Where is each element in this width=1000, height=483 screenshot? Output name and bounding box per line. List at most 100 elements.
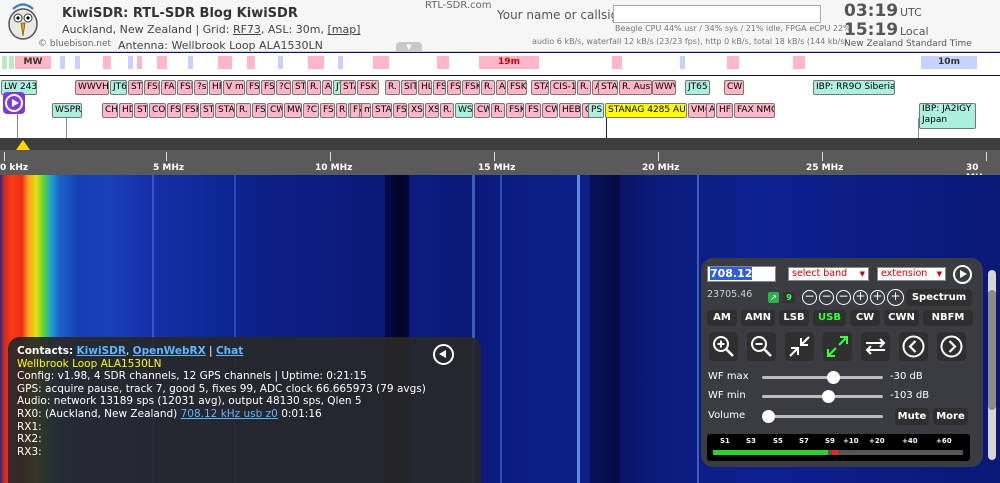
dx-label[interactable]: PSK: [588, 103, 604, 118]
zoom-in-icon[interactable]: [709, 332, 738, 361]
spectrum-button[interactable]: Spectrum: [906, 289, 972, 306]
dx-label[interactable]: FS: [246, 80, 260, 95]
extension-dropdown[interactable]: extension: [877, 267, 946, 281]
next-icon[interactable]: [953, 265, 972, 284]
band-marker[interactable]: [60, 56, 65, 69]
dx-label[interactable]: CW: [267, 103, 283, 118]
callsign-input[interactable]: [613, 5, 821, 23]
mute-button[interactable]: Mute: [895, 408, 929, 425]
wf-max-slider-handle[interactable]: [826, 371, 840, 384]
wf-max-slider[interactable]: [762, 376, 883, 379]
band-strip[interactable]: MW 19m 10m: [0, 53, 1000, 75]
dx-label[interactable]: STA: [372, 103, 392, 118]
dx-label[interactable]: ?C: [276, 80, 291, 95]
tuning-marker-icon[interactable]: [16, 140, 30, 150]
rtl-sdr-link[interactable]: RTL-SDR.com: [425, 0, 492, 11]
zoom-to-band-icon[interactable]: [785, 332, 814, 361]
dx-label[interactable]: CW: [724, 80, 744, 95]
dx-label[interactable]: CW: [542, 103, 558, 118]
vertical-scrollbar[interactable]: [988, 270, 996, 460]
dx-label[interactable]: A: [496, 80, 506, 95]
dx-label[interactable]: R.: [385, 80, 400, 95]
dx-label[interactable]: CH: [102, 103, 118, 118]
dx-label-selected[interactable]: STANAG 4285 AUS: [605, 103, 687, 118]
dx-label[interactable]: ST: [292, 80, 306, 95]
dx-label[interactable]: STA: [598, 80, 618, 95]
dx-label[interactable]: STA: [531, 80, 549, 95]
band-marker[interactable]: [338, 56, 343, 69]
swap-arrows-icon[interactable]: [861, 332, 890, 361]
dx-label[interactable]: HEB: [559, 103, 581, 118]
chat-link[interactable]: Chat: [216, 345, 243, 357]
zoom-max-out-icon[interactable]: [823, 332, 852, 361]
dx-label[interactable]: A: [706, 103, 715, 118]
band-marker[interactable]: [727, 56, 739, 69]
collapse-top-bar-toggle[interactable]: ▼: [396, 42, 422, 52]
frequency-scale[interactable]: 0 kHz 5 MHz 10 MHz 15 MHz 20 MHz 25 MHz …: [0, 138, 1000, 183]
dx-label[interactable]: HD: [119, 103, 133, 118]
dx-label[interactable]: R.: [236, 103, 251, 118]
openwebrx-link[interactable]: OpenWebRX: [133, 345, 206, 357]
mode-am-button[interactable]: AM: [707, 310, 737, 326]
zoom-out-icon[interactable]: [747, 332, 776, 361]
dx-label[interactable]: R.: [481, 80, 495, 95]
band-marker[interactable]: [75, 56, 80, 69]
dx-label[interactable]: ?C: [303, 103, 319, 118]
dx-label[interactable]: FSK: [507, 80, 527, 95]
band-marker[interactable]: [2, 56, 7, 69]
dx-label[interactable]: FS: [447, 80, 461, 95]
dx-label[interactable]: R. Aust: [619, 80, 652, 95]
dx-label[interactable]: STA: [215, 103, 235, 118]
map-link[interactable]: [map]: [327, 23, 360, 36]
audio-start-button[interactable]: [3, 92, 25, 114]
grid-link[interactable]: RF73: [233, 23, 261, 36]
dx-label[interactable]: STA: [128, 80, 143, 95]
step-up-large-icon[interactable]: +: [887, 289, 904, 306]
dx-label[interactable]: FS: [261, 80, 275, 95]
dx-label[interactable]: ST: [200, 103, 214, 118]
dx-label[interactable]: FS: [433, 80, 446, 95]
band-marker[interactable]: [188, 56, 193, 69]
band-marker[interactable]: [612, 56, 622, 69]
dx-label[interactable]: R.: [491, 103, 505, 118]
dx-label[interactable]: FSK: [144, 80, 160, 95]
mode-amn-button[interactable]: AMN: [741, 310, 775, 326]
dx-label[interactable]: A: [322, 80, 332, 95]
volume-slider[interactable]: [762, 415, 883, 418]
kiwi-bird-logo-icon[interactable]: [4, 2, 42, 42]
dx-label[interactable]: ST: [134, 103, 148, 118]
external-link-icon[interactable]: ↗: [768, 292, 779, 303]
step-indicator[interactable]: 9: [783, 292, 795, 303]
band-marker[interactable]: [247, 56, 255, 69]
dx-label[interactable]: FSK: [462, 80, 480, 95]
dx-label[interactable]: FS: [167, 103, 181, 118]
dx-label[interactable]: FS: [393, 103, 407, 118]
dx-label[interactable]: FS: [252, 103, 266, 118]
collapse-panel-icon[interactable]: [433, 344, 454, 365]
dx-label[interactable]: STA: [340, 80, 356, 95]
dx-label[interactable]: WWV: [652, 80, 676, 95]
step-down-small-icon[interactable]: −: [836, 290, 851, 305]
volume-slider-handle[interactable]: [761, 410, 775, 423]
step-up-small-icon[interactable]: +: [853, 290, 868, 305]
dx-label[interactable]: WS: [455, 103, 473, 118]
dx-label[interactable]: R.: [336, 103, 347, 118]
dx-label[interactable]: HFD: [716, 103, 733, 118]
rx0-frequency-link[interactable]: 708.12 kHz usb z0: [181, 408, 278, 420]
step-down-large-icon[interactable]: −: [802, 290, 817, 305]
dx-label[interactable]: R.: [577, 80, 591, 95]
page-left-icon[interactable]: [899, 332, 928, 361]
dx-label[interactable]: CO: [149, 103, 166, 118]
dx-label[interactable]: FSK: [506, 103, 524, 118]
band-marker[interactable]: [137, 56, 142, 69]
dx-label[interactable]: m: [361, 103, 371, 118]
dx-label[interactable]: FS: [525, 103, 541, 118]
dx-label[interactable]: JT6: [110, 80, 127, 95]
dx-label[interactable]: FSK: [182, 103, 199, 118]
dx-label[interactable]: JT65: [685, 80, 710, 95]
band-marker[interactable]: [103, 56, 111, 69]
dx-label[interactable]: HL: [418, 80, 432, 95]
more-button[interactable]: More: [933, 408, 968, 425]
band-19m[interactable]: 19m: [479, 56, 539, 69]
dx-label[interactable]: FSK: [357, 80, 379, 95]
